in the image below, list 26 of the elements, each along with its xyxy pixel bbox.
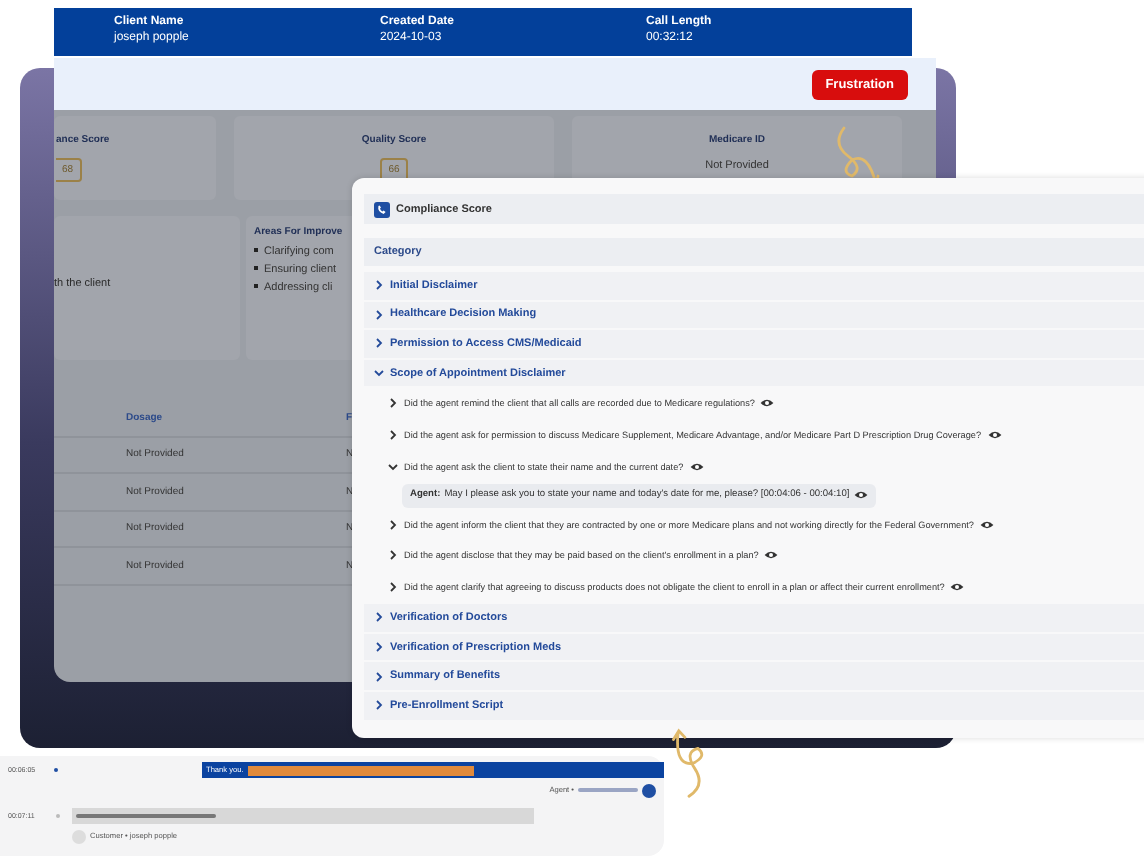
eye-icon (853, 490, 868, 501)
chevron-right-icon (374, 338, 384, 349)
avatar (642, 783, 656, 797)
chevron-down-icon (374, 368, 384, 379)
phone-icon (374, 201, 390, 217)
chevron-right-icon (388, 398, 398, 409)
eye-icon (979, 519, 994, 530)
chevron-right-icon (374, 671, 384, 682)
chevron-right-icon (374, 642, 384, 653)
chevron-right-icon (374, 280, 384, 291)
eye-icon (689, 461, 704, 472)
chevron-right-icon (374, 612, 384, 623)
eye-icon (987, 430, 1002, 441)
timeline-dot (54, 768, 58, 772)
timeline-dot (56, 814, 60, 818)
chevron-right-icon (388, 582, 398, 593)
eye-icon (764, 550, 779, 561)
chevron-right-icon (374, 309, 384, 320)
avatar (72, 829, 86, 843)
chevron-down-icon (388, 461, 398, 472)
eye-icon (950, 582, 965, 593)
chevron-right-icon (388, 550, 398, 561)
chevron-right-icon (388, 519, 398, 530)
eye-icon (760, 398, 775, 409)
chevron-right-icon (388, 430, 398, 441)
chevron-right-icon (374, 700, 384, 711)
